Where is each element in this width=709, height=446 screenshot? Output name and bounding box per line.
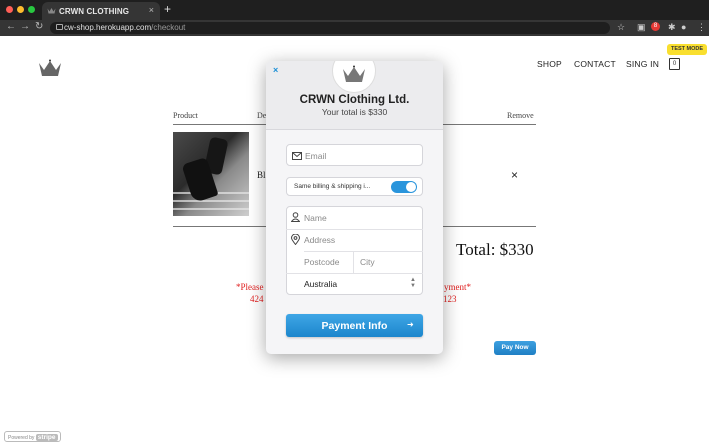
zoom-window-button[interactable] — [28, 6, 35, 13]
same-billing-row[interactable]: Same billing & shipping i... — [286, 177, 423, 196]
country-value: Australia — [304, 279, 338, 289]
location-pin-icon — [291, 234, 300, 245]
column-header-description: De — [257, 111, 267, 120]
nav-contact-link[interactable]: CONTACT — [574, 59, 616, 69]
city-field[interactable]: City — [354, 251, 423, 273]
shopping-bag-icon[interactable]: 0 — [669, 58, 680, 70]
country-select[interactable]: Australia ▲ ▼ — [286, 273, 423, 295]
email-field[interactable]: Email — [286, 144, 423, 166]
nav-signin-link[interactable]: SING IN — [626, 59, 659, 69]
tab-close-icon[interactable]: × — [149, 5, 154, 15]
forward-icon[interactable]: → — [20, 21, 30, 32]
browser-toolbar: ← → ↻ cw-shop.herokuapp.com/checkout ☆ ▣… — [0, 20, 709, 36]
warning-text-left: *Please — [236, 282, 264, 292]
lock-icon — [56, 24, 63, 30]
test-card-number-right: 123 — [443, 294, 457, 304]
address-field[interactable]: Address — [286, 229, 423, 251]
test-mode-badge: TEST MODE — [667, 44, 707, 55]
back-icon[interactable]: ← — [6, 21, 16, 32]
arrow-right-icon: ➜ — [407, 320, 414, 329]
minimize-window-button[interactable] — [17, 6, 24, 13]
crown-favicon-icon — [47, 8, 56, 14]
address-placeholder: Address — [304, 235, 336, 245]
warning-text-right: yment* — [444, 282, 471, 292]
remove-item-icon[interactable]: × — [511, 168, 518, 182]
menu-dots-icon[interactable]: ⋮ — [697, 22, 706, 33]
powered-by-stripe-badge[interactable]: Powered by stripe — [4, 431, 61, 442]
envelope-icon — [292, 152, 302, 160]
stripe-checkout-modal: × CRWN Clothing Ltd. Your total is $330 … — [266, 61, 443, 354]
person-icon — [291, 212, 300, 222]
address-bar[interactable]: cw-shop.herokuapp.com/checkout — [50, 22, 610, 34]
modal-header: × CRWN Clothing Ltd. Your total is $330 — [266, 61, 443, 130]
browser-tabstrip: CRWN CLOTHING × + — [0, 0, 709, 20]
browser-tab[interactable]: CRWN CLOTHING × — [42, 2, 160, 20]
column-header-product: Product — [173, 111, 198, 120]
close-window-button[interactable] — [6, 6, 13, 13]
select-arrows-icon: ▲ ▼ — [410, 277, 416, 289]
postcode-field[interactable]: Postcode — [304, 251, 353, 273]
crown-logo-icon[interactable] — [38, 59, 62, 77]
city-placeholder: City — [360, 257, 375, 267]
url-text: cw-shop.herokuapp.com/checkout — [64, 23, 186, 32]
name-field[interactable]: Name — [286, 206, 423, 229]
crown-logo-icon — [343, 65, 365, 82]
bookmark-star-icon[interactable]: ☆ — [617, 22, 625, 33]
extension-icon[interactable]: ▣ — [637, 22, 646, 33]
puzzle-extensions-icon[interactable]: ✱ — [668, 22, 676, 33]
modal-logo — [332, 61, 376, 93]
tab-title: CRWN CLOTHING — [59, 7, 130, 16]
same-billing-toggle[interactable] — [391, 181, 417, 193]
postcode-placeholder: Postcode — [304, 257, 340, 267]
column-header-remove: Remove — [507, 111, 534, 120]
payment-info-label: Payment Info — [321, 320, 388, 332]
same-billing-label: Same billing & shipping i... — [294, 183, 371, 190]
total-amount: Total: $330 — [456, 240, 534, 259]
product-image — [173, 132, 249, 216]
extension-badge: 8 — [651, 22, 660, 31]
profile-icon[interactable]: ● — [681, 22, 686, 32]
item-name: Bl — [257, 170, 266, 180]
modal-close-icon[interactable]: × — [273, 65, 278, 75]
name-placeholder: Name — [304, 213, 327, 223]
modal-merchant-title: CRWN Clothing Ltd. — [299, 94, 410, 106]
modal-total-subtitle: Your total is $330 — [321, 107, 388, 117]
test-card-number-left: 424 — [250, 294, 264, 304]
payment-info-button[interactable]: Payment Info ➜ — [286, 314, 423, 337]
new-tab-button[interactable]: + — [164, 2, 171, 16]
nav-shop-link[interactable]: SHOP — [537, 59, 562, 69]
email-placeholder: Email — [305, 151, 327, 161]
pay-now-button[interactable]: Pay Now — [494, 341, 536, 355]
reload-icon[interactable]: ↻ — [35, 21, 43, 32]
